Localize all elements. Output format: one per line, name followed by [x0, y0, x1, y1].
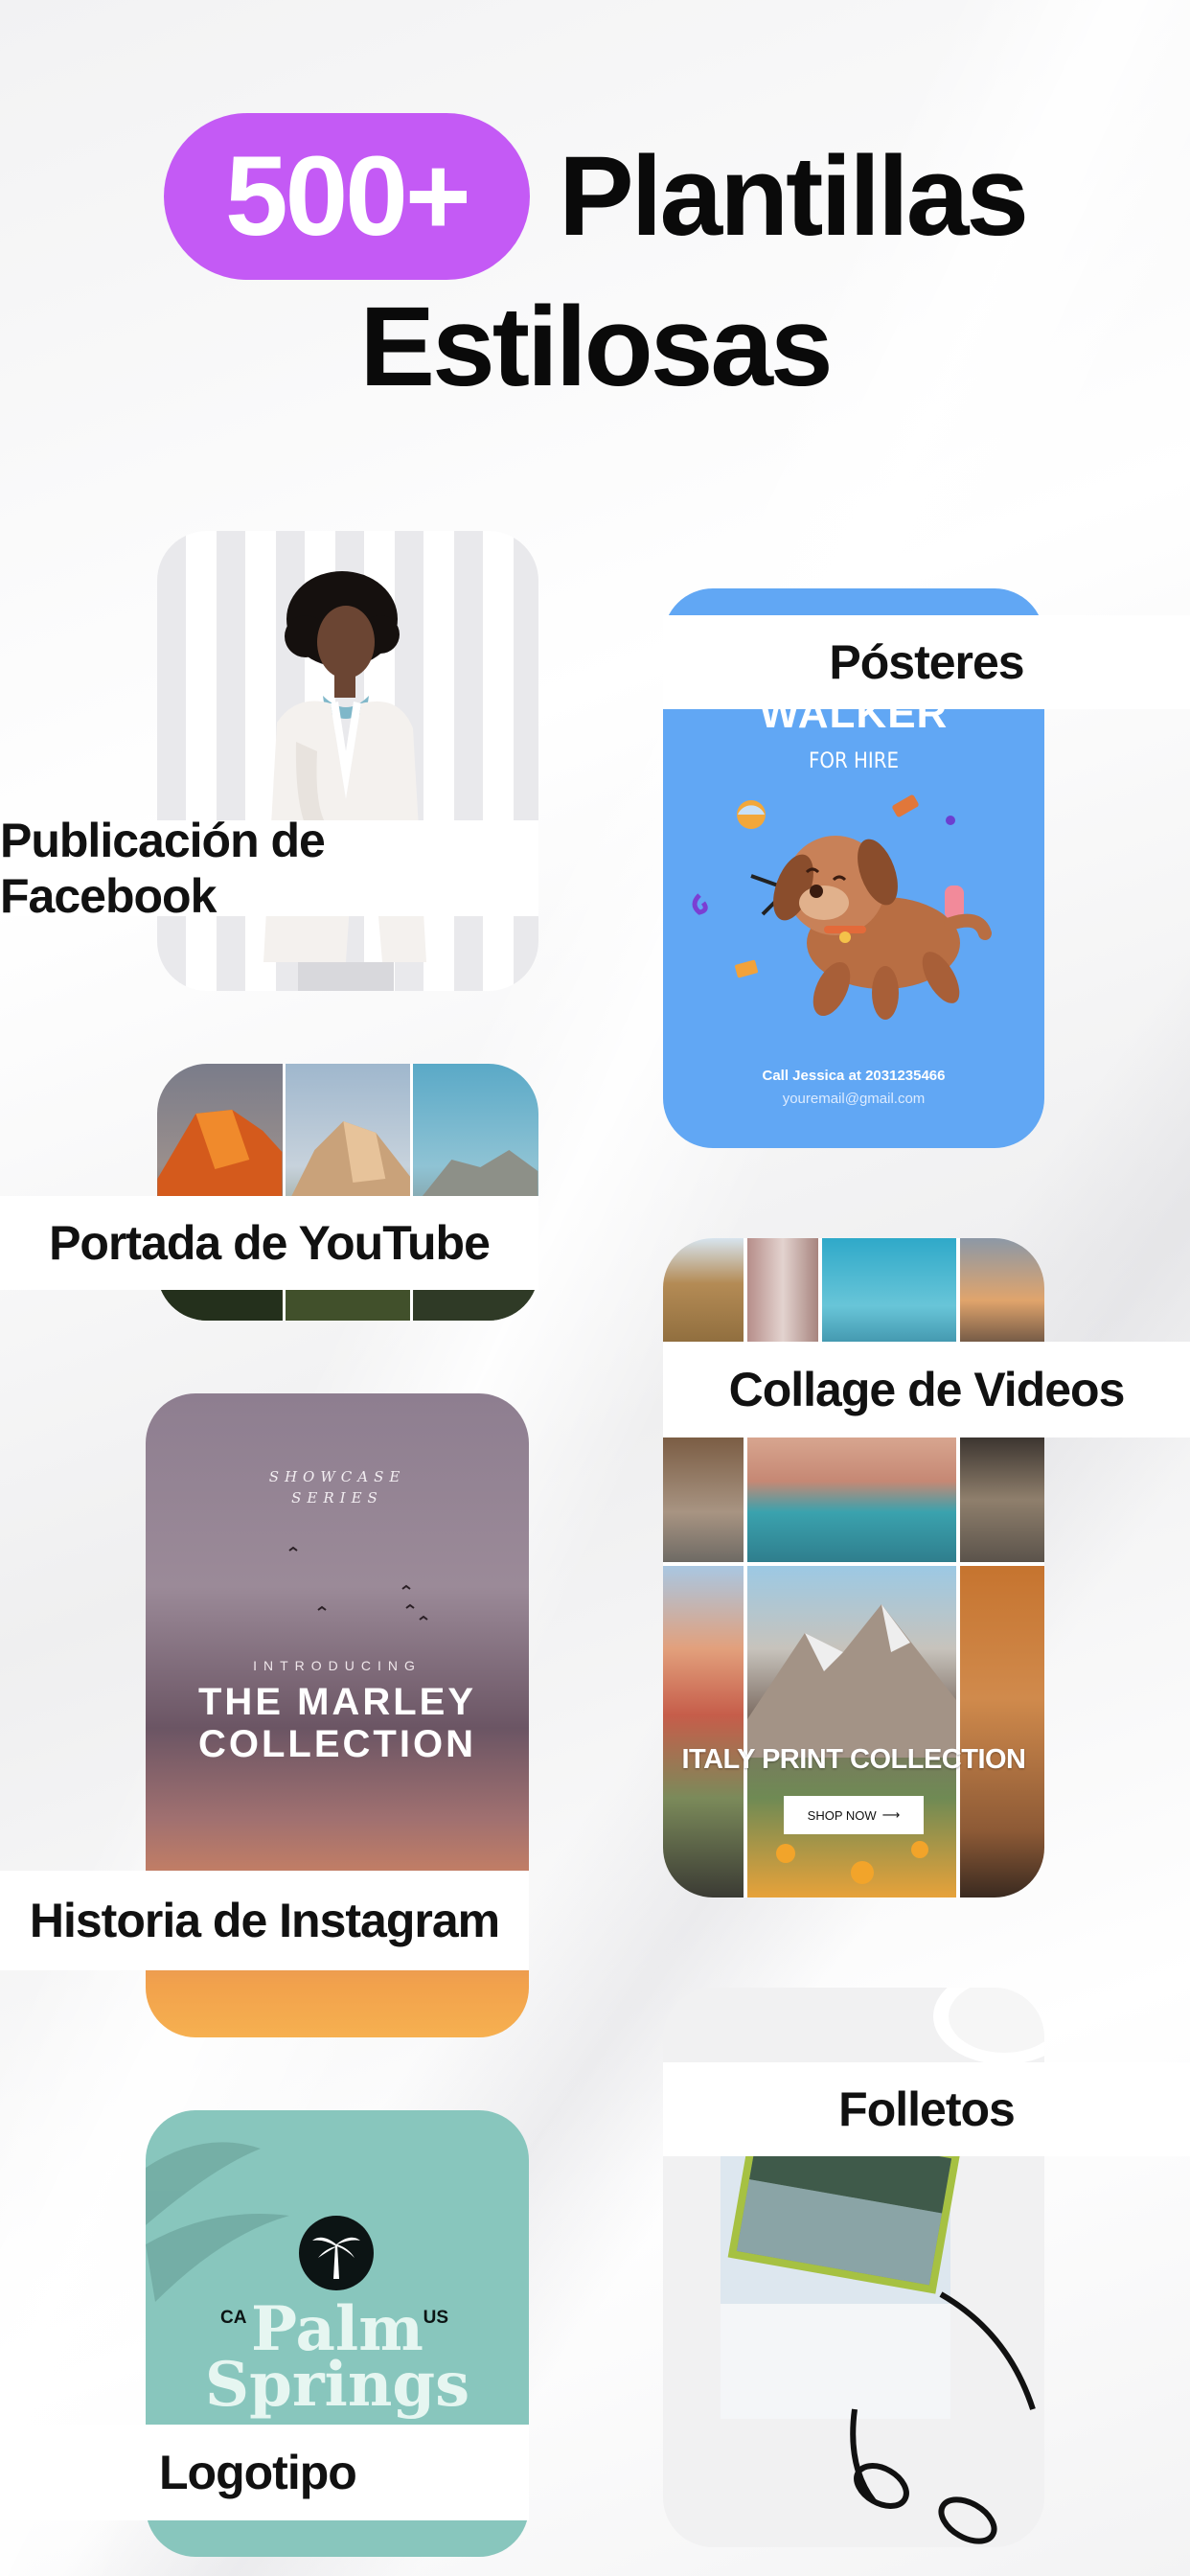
flyers-label: Folletos — [663, 2062, 1190, 2156]
arrow-right-icon: ⟶ — [881, 1807, 901, 1822]
poster-email: youremail@gmail.com — [782, 1091, 926, 1107]
palm-tree-icon — [299, 2216, 374, 2290]
collage-photo-dolomites — [747, 1566, 956, 1898]
collage-photo-sunset — [960, 1238, 1044, 1351]
shop-now-button[interactable]: SHOP NOW ⟶ — [784, 1796, 924, 1834]
logo-wordmark: Palm Springs — [204, 2293, 470, 2421]
headline-line2: Estilosas — [359, 284, 833, 410]
youtube-cover-label: Portada de YouTube — [0, 1196, 538, 1290]
collage-photo-sea — [822, 1238, 956, 1351]
instagram-story-label: Historia de Instagram — [0, 1871, 529, 1970]
collage-photo-venice — [747, 1438, 956, 1562]
collage-photo-building — [960, 1566, 1044, 1898]
logo-label: Logotipo — [0, 2425, 529, 2520]
video-collage-template[interactable]: ITALY PRINT COLLECTION SHOP NOW ⟶ — [663, 1238, 1044, 1898]
collage-photo-cinque-terre — [663, 1566, 744, 1898]
collage-photo-tower — [663, 1238, 744, 1351]
story-title: THE MARLEY COLLECTION — [198, 1681, 476, 1765]
poster-subtitle: FOR HIRE — [809, 749, 899, 773]
leaf-shadow-graphic — [146, 2142, 289, 2302]
poster-phone: Call Jessica at 2031235466 — [762, 1068, 946, 1084]
series-caption: SHOWCASE SERIES — [268, 1468, 406, 1506]
collage-photo-arches — [747, 1238, 818, 1351]
collage-headline: ITALY PRINT COLLECTION — [681, 1744, 1026, 1775]
birds-graphic — [288, 1546, 428, 1621]
collage-photo-bench — [663, 1438, 744, 1562]
facebook-post-label: Publicación de Facebook — [0, 814, 538, 923]
woman-portrait-image — [263, 571, 426, 991]
count-badge: 500+ — [163, 113, 530, 280]
posters-label: Pósteres — [663, 615, 1190, 709]
headline: 500+ Plantillas Estilosas — [0, 113, 1190, 412]
headline-word: Plantillas — [558, 133, 1029, 260]
intro-caption: INTRODUCING — [253, 1658, 422, 1673]
collage-photo-pier — [960, 1438, 1044, 1562]
puppy-illustration — [692, 794, 992, 1020]
video-collage-label: Collage de Videos — [663, 1342, 1190, 1438]
